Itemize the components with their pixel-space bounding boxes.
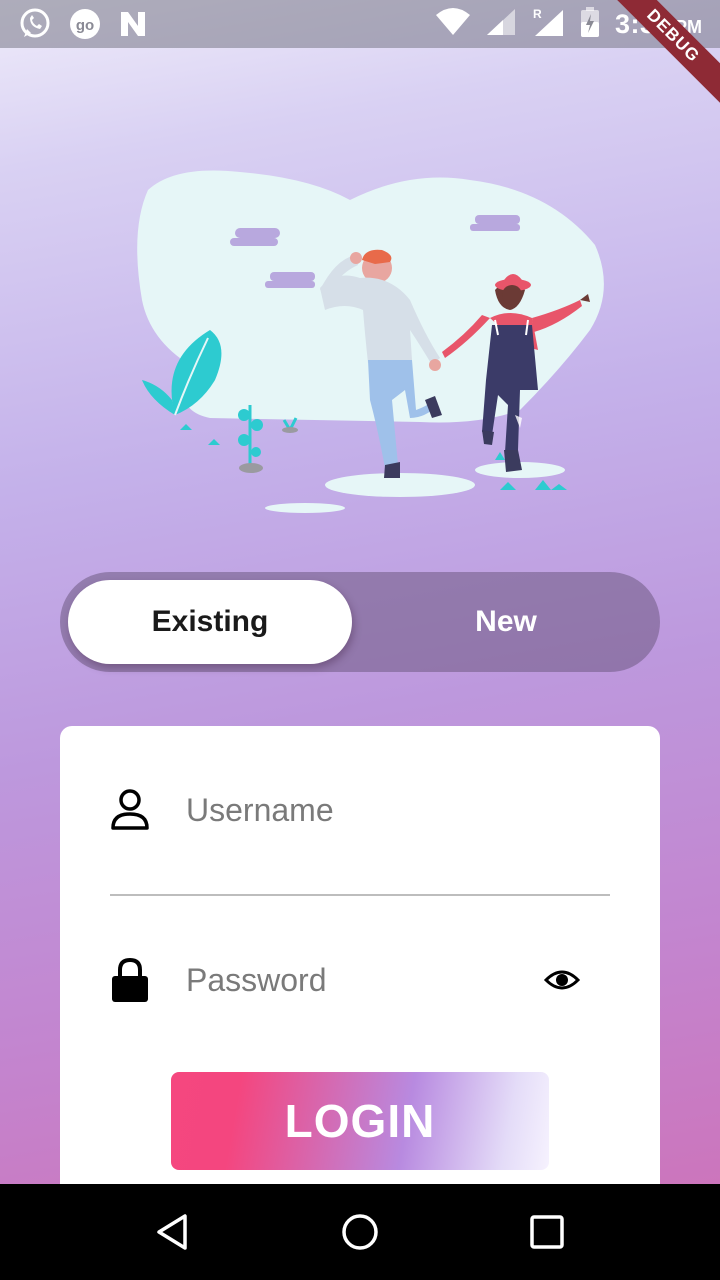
user-icon <box>110 788 150 832</box>
signal-icon <box>485 7 517 42</box>
signal-roaming-icon: R <box>531 6 565 43</box>
battery-icon <box>579 6 601 43</box>
system-nav-bar <box>0 1184 720 1280</box>
back-icon[interactable] <box>143 1202 203 1262</box>
account-type-toggle: Existing New <box>60 572 660 672</box>
go-icon: go <box>68 7 102 46</box>
login-card: LOGIN <box>60 726 660 1196</box>
couple-illustration <box>137 170 604 513</box>
username-underline <box>110 894 610 896</box>
status-bar: go R 3:34PM <box>0 0 720 48</box>
svg-text:go: go <box>76 17 94 34</box>
home-icon[interactable] <box>330 1202 390 1262</box>
svg-text:R: R <box>533 7 542 21</box>
lock-icon <box>110 957 150 1002</box>
username-input[interactable] <box>186 791 516 829</box>
password-row <box>110 940 610 1020</box>
eye-icon[interactable] <box>544 962 580 998</box>
tab-new[interactable]: New <box>360 580 652 664</box>
login-button[interactable]: LOGIN <box>171 1072 549 1170</box>
tab-existing[interactable]: Existing <box>68 580 352 664</box>
wifi-icon <box>435 7 471 42</box>
n-icon <box>118 9 148 44</box>
username-row <box>110 770 610 850</box>
recents-icon[interactable] <box>517 1202 577 1262</box>
whatsapp-icon <box>18 7 52 46</box>
password-input[interactable] <box>186 961 516 999</box>
